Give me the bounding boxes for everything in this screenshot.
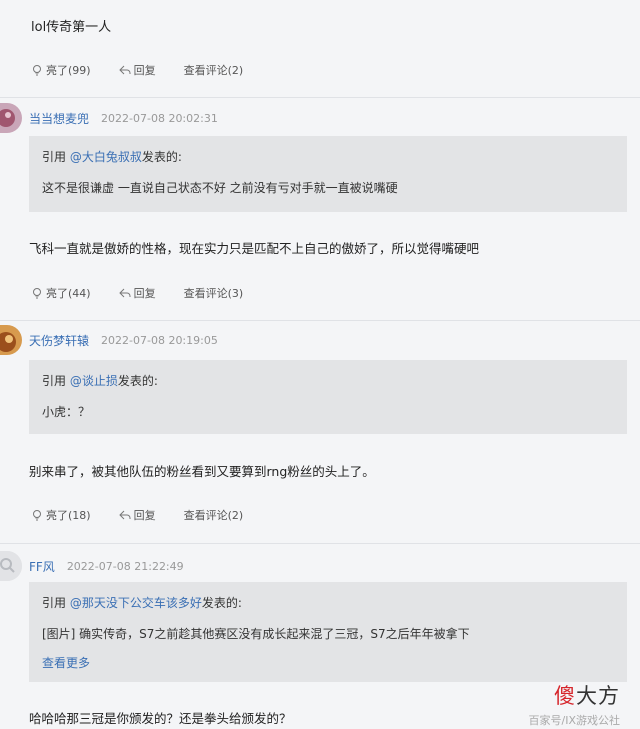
watermark-source: 百家号/IX游戏公社: [528, 714, 621, 727]
view-comments-link[interactable]: 查看评论(3): [184, 285, 244, 301]
reply-label: 回复: [133, 64, 156, 77]
view-comments-link[interactable]: 查看评论(2): [184, 507, 244, 523]
reply-icon: [118, 288, 131, 298]
quote-prefix: 引用: [42, 596, 67, 610]
reply-icon: [118, 510, 131, 520]
view-comments-label: 查看评论(2): [183, 509, 244, 522]
username[interactable]: 当当想麦兜: [29, 110, 89, 127]
reply-button[interactable]: 回复: [118, 62, 156, 78]
username[interactable]: FF风: [29, 558, 55, 575]
quote-body: 小虎：？: [42, 405, 91, 419]
quote-block: 引用 @谈止损 发表的: 小虎：？: [29, 360, 627, 434]
view-comments-label: 查看评论(3): [183, 287, 244, 300]
like-count: 亮了(18): [46, 509, 91, 522]
reply-button[interactable]: 回复: [118, 285, 156, 301]
post-time: 2022-07-08 20:19:05: [101, 333, 218, 347]
reply-text: 哈哈哈那三冠是你颁发的？还是拳头给颁发的？: [29, 711, 292, 726]
quote-block: 引用 @大白兔叔叔 发表的: 这不是很谦虚 一直说自己状态不好 之前没有亏对手就一…: [29, 136, 627, 212]
divider: [0, 97, 640, 98]
post-header: 当当想麦兜 2022-07-08 20:02:31: [0, 103, 218, 133]
lightbulb-icon: [33, 510, 41, 521]
watermark: 傻大方 百家号/IX游戏公社: [529, 680, 621, 728]
view-more-link[interactable]: 查看更多: [42, 654, 90, 671]
quote-suffix: 发表的:: [141, 150, 182, 164]
username[interactable]: 天伤梦轩辕: [29, 332, 89, 349]
like-count: 亮了(44): [46, 287, 91, 300]
post-actions: 亮了(18) 回复 查看评论(2): [31, 507, 271, 523]
post-time: 2022-07-08 20:02:31: [101, 111, 218, 125]
post-header: FF风 2022-07-08 21:22:49: [0, 551, 184, 581]
reply-button[interactable]: 回复: [118, 507, 156, 523]
reply-text: 飞科一直就是傲娇的性格，现在实力只是匹配不上自己的傲娇了，所以觉得嘴硬吧: [29, 241, 480, 256]
like-button[interactable]: 亮了(99): [31, 62, 91, 78]
lightbulb-icon: [33, 65, 41, 76]
quote-body: 这不是很谦虚 一直说自己状态不好 之前没有亏对手就一直被说嘴硬: [42, 181, 398, 195]
like-count: 亮了(99): [46, 64, 91, 77]
reply-label: 回复: [133, 509, 156, 522]
like-button[interactable]: 亮了(44): [31, 285, 91, 301]
quote-user-link[interactable]: @那天没下公交车该多好: [70, 594, 202, 611]
reply-icon: [118, 65, 131, 75]
comment-text: lol传奇第一人: [31, 20, 112, 35]
avatar[interactable]: [0, 551, 22, 581]
watermark-logo: 傻大方: [554, 684, 620, 708]
quote-prefix: 引用: [42, 150, 67, 164]
quote-suffix: 发表的:: [117, 374, 158, 388]
post-header: 天伤梦轩辕 2022-07-08 20:19:05: [0, 325, 218, 355]
quote-user-link[interactable]: @大白兔叔叔: [70, 148, 142, 165]
post-actions: 亮了(44) 回复 查看评论(3): [31, 285, 271, 301]
reply-text: 别来串了，被其他队伍的粉丝看到又要算到rng粉丝的头上了。: [29, 464, 375, 479]
avatar[interactable]: [0, 325, 22, 355]
comment-actions: 亮了(99) 回复 查看评论(2): [31, 62, 271, 78]
lightbulb-icon: [33, 288, 41, 299]
quote-body: [图片] 确实传奇，S7之前趁其他赛区没有成长起来混了三冠，S7之后年年被拿下: [42, 627, 470, 641]
view-comments-link[interactable]: 查看评论(2): [184, 62, 244, 78]
divider: [0, 320, 640, 321]
quote-prefix: 引用: [42, 374, 67, 388]
quote-suffix: 发表的:: [201, 596, 242, 610]
like-button[interactable]: 亮了(18): [31, 507, 91, 523]
avatar[interactable]: [0, 103, 22, 133]
reply-label: 回复: [133, 287, 156, 300]
quote-user-link[interactable]: @谈止损: [70, 372, 118, 389]
divider: [0, 543, 640, 544]
view-comments-label: 查看评论(2): [183, 64, 244, 77]
quote-block: 引用 @那天没下公交车该多好 发表的: [图片] 确实传奇，S7之前趁其他赛区没有…: [29, 582, 627, 682]
post-time: 2022-07-08 21:22:49: [66, 559, 184, 573]
